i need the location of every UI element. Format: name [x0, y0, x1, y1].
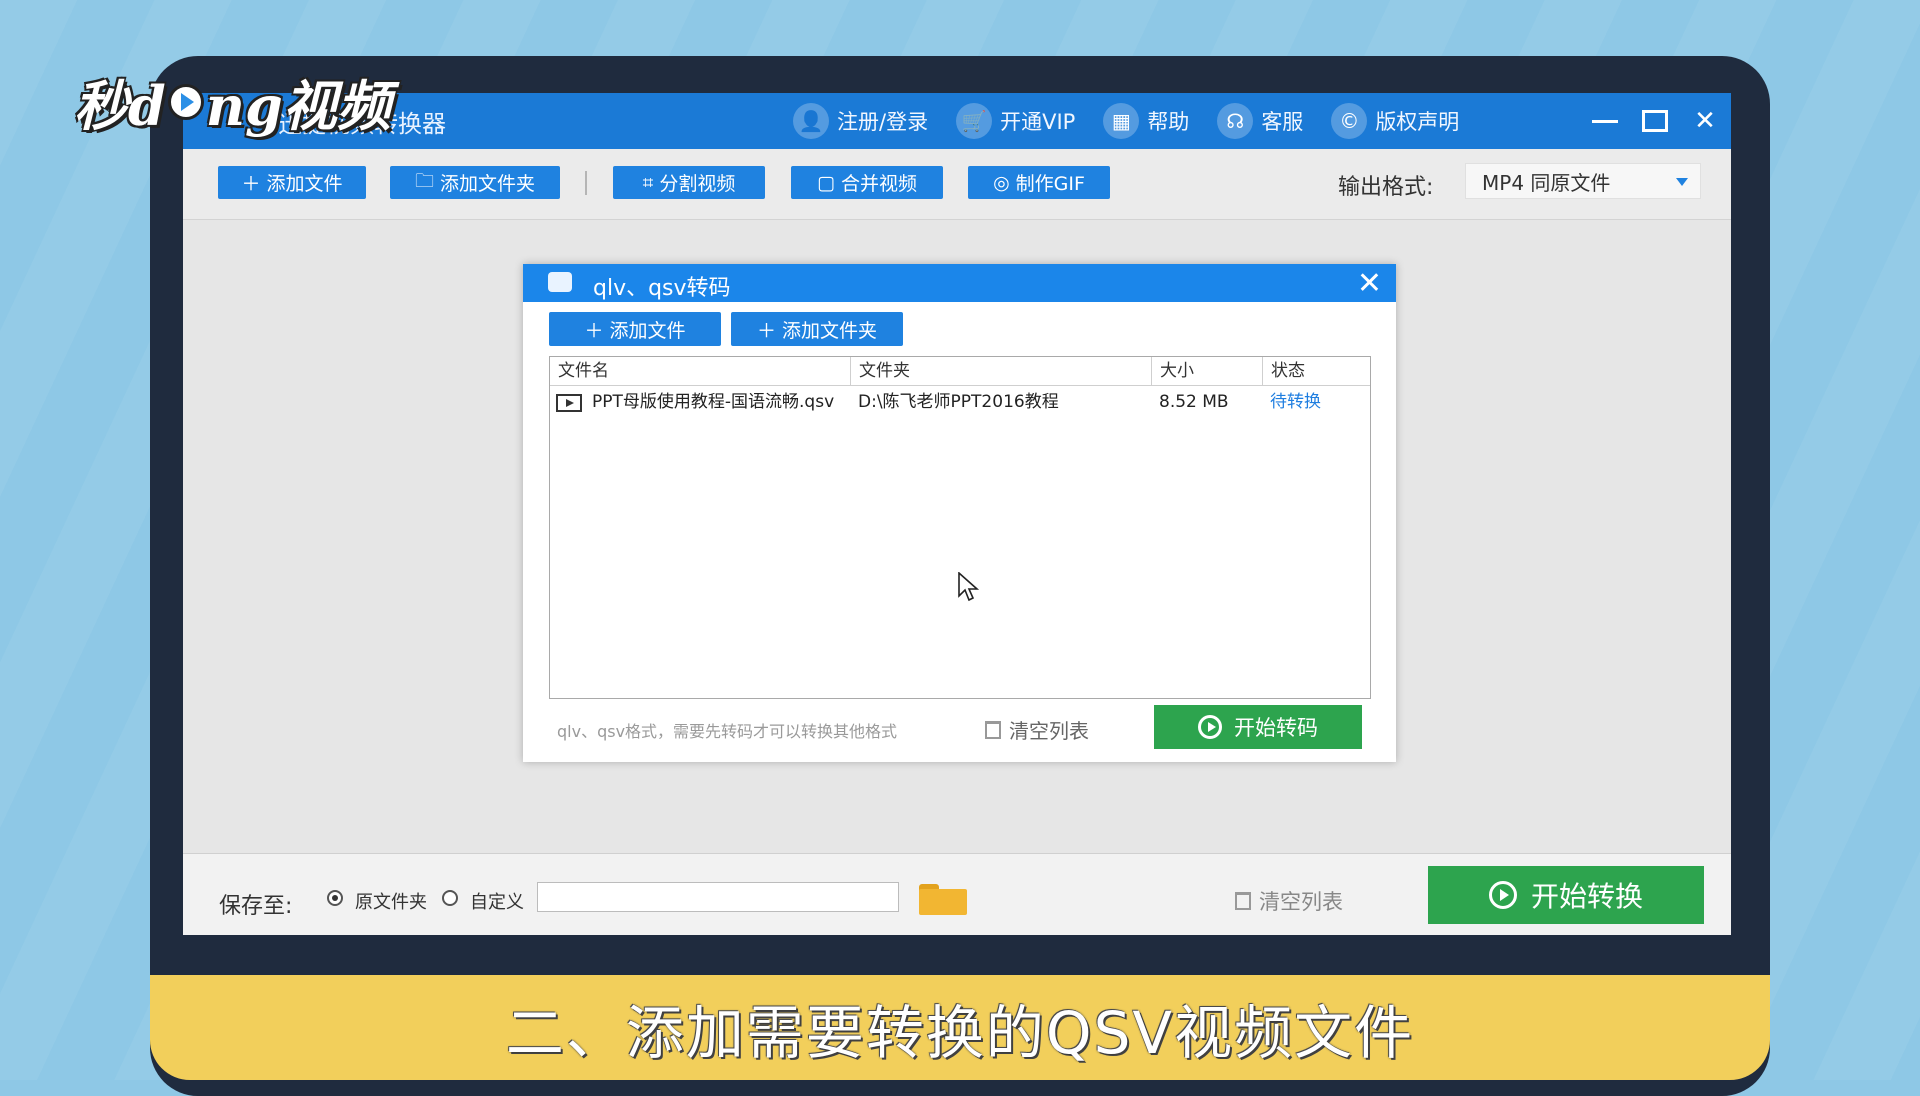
radio-original-label: 原文件夹: [355, 892, 427, 913]
window-controls: ✕: [1591, 93, 1719, 149]
column-header-size[interactable]: 大小: [1152, 357, 1263, 385]
save-path-input[interactable]: [537, 882, 899, 912]
headset-icon: ☊: [1217, 103, 1254, 139]
radio-custom[interactable]: [442, 890, 458, 906]
cloud-icon: [548, 272, 572, 292]
trash-icon: [985, 720, 1001, 739]
toolbar: ＋添加文件 🗀 添加文件夹 ⌗ 分割视频 ▢ 合并视频 ◎ 制作GIF 输出格式: MP…: [183, 149, 1731, 220]
help-button[interactable]: ▦ 帮助: [1103, 103, 1189, 139]
play-icon: [167, 83, 204, 120]
make-gif-button[interactable]: ◎ 制作GIF: [968, 166, 1110, 199]
cart-icon: 🛒: [956, 103, 993, 139]
add-file-button[interactable]: ＋添加文件: [218, 166, 366, 199]
merge-video-button[interactable]: ▢ 合并视频: [791, 166, 943, 199]
login-button[interactable]: 👤 注册/登录: [793, 103, 928, 139]
dialog-add-folder-button[interactable]: ＋添加文件夹: [731, 312, 903, 346]
dialog-add-file-button[interactable]: ＋添加文件: [549, 312, 721, 346]
close-icon: ✕: [1694, 106, 1716, 136]
column-header-status[interactable]: 状态: [1263, 357, 1371, 385]
dialog-title: qlv、qsv转码: [593, 276, 731, 301]
play-circle-icon: [1198, 715, 1222, 739]
video-file-icon: [556, 394, 582, 412]
file-name: PPT母版使用教程-国语流畅.qsv: [592, 392, 835, 412]
plus-icon: ＋: [756, 319, 776, 342]
output-format-label: 输出格式:: [1338, 175, 1434, 200]
folder-icon[interactable]: [919, 884, 967, 915]
split-video-button[interactable]: ⌗ 分割视频: [613, 166, 765, 199]
caption-text: 二、添加需要转换的QSV视频文件: [505, 998, 1415, 1067]
caption-band: 二、添加需要转换的QSV视频文件: [150, 975, 1770, 1080]
play-circle-icon: [1488, 881, 1517, 909]
toolbar-divider: [585, 171, 587, 195]
add-folder-button[interactable]: 🗀 添加文件夹: [390, 166, 560, 199]
support-button[interactable]: ☊ 客服: [1217, 103, 1303, 139]
copyright-button[interactable]: © 版权声明: [1331, 103, 1459, 139]
column-header-folder[interactable]: 文件夹: [851, 357, 1152, 385]
file-status[interactable]: 待转换: [1270, 387, 1365, 417]
plus-icon: ＋: [584, 319, 604, 342]
dialog-title-bar: qlv、qsv转码 ✕: [523, 264, 1396, 302]
radio-original-folder[interactable]: [327, 890, 343, 906]
radio-custom-label: 自定义: [470, 892, 524, 913]
table-header: 文件名 文件夹 大小 状态: [550, 357, 1370, 386]
minimize-icon: [1592, 119, 1618, 123]
table-row[interactable]: PPT母版使用教程-国语流畅.qsv D:\陈飞老师PPT2016教程 8.52…: [550, 387, 1370, 417]
dialog-close-icon[interactable]: ✕: [1357, 266, 1382, 301]
start-transcode-button[interactable]: 开始转码: [1154, 705, 1362, 749]
column-header-name[interactable]: 文件名: [550, 357, 851, 385]
file-size: 8.52 MB: [1159, 392, 1229, 412]
crop-icon: ⌗: [642, 171, 654, 194]
clear-list-button[interactable]: 清空列表: [1235, 886, 1343, 916]
app-window: 迅捷视频转换器 👤 注册/登录 🛒 开通VIP ▦ 帮助 ☊ 客服 © 版权声明: [183, 93, 1731, 935]
merge-icon: ▢: [817, 171, 835, 194]
title-actions: 👤 注册/登录 🛒 开通VIP ▦ 帮助 ☊ 客服 © 版权声明: [793, 93, 1459, 149]
user-icon: 👤: [793, 103, 829, 139]
chevron-down-icon: [1676, 178, 1688, 186]
watermark-logo: 秒d ng视频: [74, 74, 391, 138]
maximize-icon: [1642, 110, 1668, 132]
start-convert-button[interactable]: 开始转换: [1428, 866, 1704, 924]
title-bar: 迅捷视频转换器 👤 注册/登录 🛒 开通VIP ▦ 帮助 ☊ 客服 © 版权声明: [183, 93, 1731, 149]
file-table: 文件名 文件夹 大小 状态 PPT母版使用教程-国语流畅.qsv D:\陈飞老师…: [549, 356, 1371, 699]
transcode-dialog: qlv、qsv转码 ✕ ＋添加文件 ＋添加文件夹 文件名 文件夹 大小 状态 P…: [523, 264, 1396, 762]
save-to-label: 保存至:: [219, 894, 293, 919]
bottom-bar: 保存至: 原文件夹 自定义 清空列表 开始转换: [183, 853, 1731, 935]
grid-icon: ▦: [1103, 103, 1140, 139]
copyright-icon: ©: [1331, 103, 1368, 139]
folder-outline-icon: 🗀: [414, 169, 434, 192]
dialog-clear-list-button[interactable]: 清空列表: [985, 715, 1089, 744]
vip-button[interactable]: 🛒 开通VIP: [956, 103, 1075, 139]
minimize-button[interactable]: [1591, 107, 1619, 135]
output-format-select[interactable]: MP4 同原文件: [1465, 163, 1701, 199]
close-button[interactable]: ✕: [1691, 106, 1719, 136]
trash-icon: [1235, 892, 1251, 910]
dialog-hint: qlv、qsv格式，需要先转码才可以转换其他格式: [557, 722, 898, 741]
file-folder: D:\陈飞老师PPT2016教程: [858, 392, 1059, 412]
gif-icon: ◎: [993, 171, 1010, 194]
maximize-button[interactable]: [1641, 107, 1669, 135]
plus-icon: ＋: [241, 173, 261, 195]
